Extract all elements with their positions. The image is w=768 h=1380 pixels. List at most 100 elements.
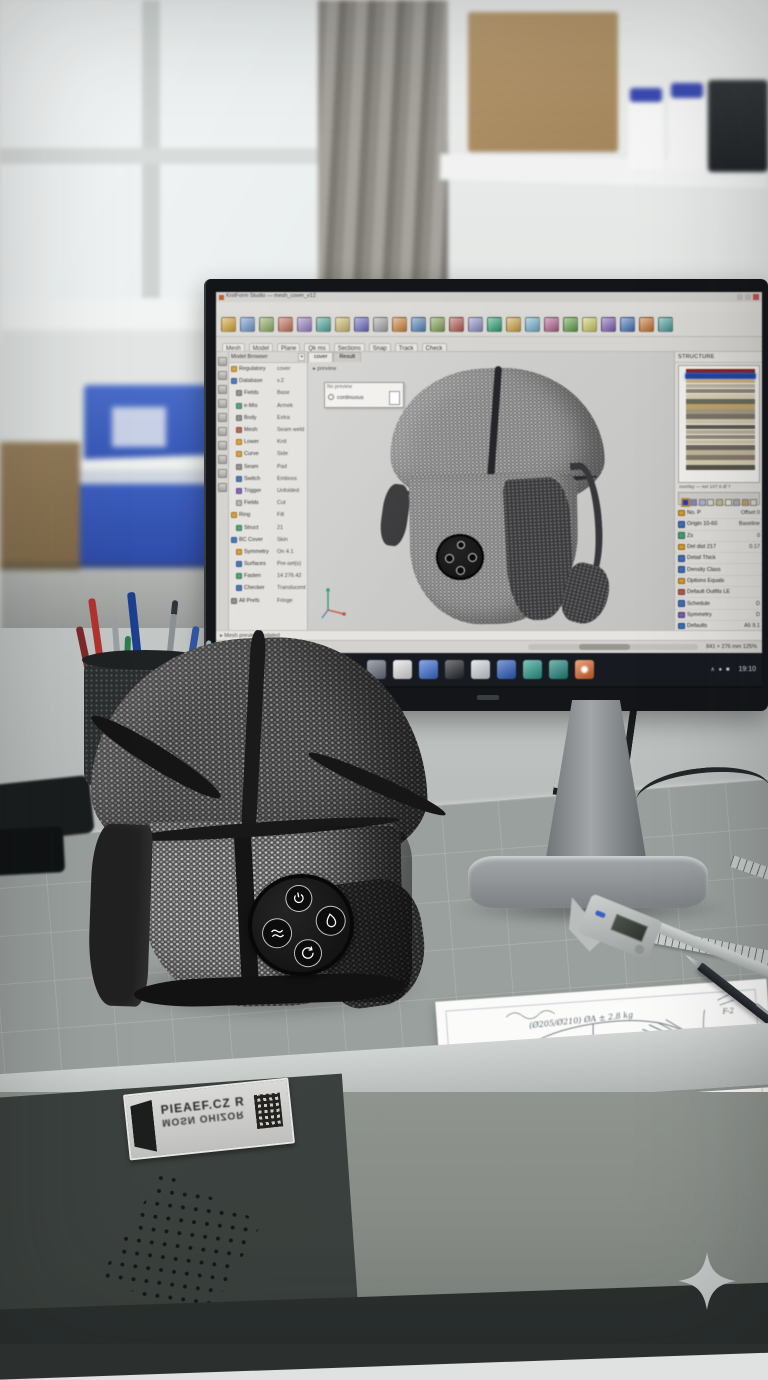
color-swatch[interactable]: [716, 499, 723, 506]
material-stripe[interactable]: [686, 379, 755, 384]
toolbar-chip[interactable]: Mesh: [222, 343, 245, 352]
tree-row[interactable]: Database v.2: [229, 375, 307, 387]
property-row[interactable]: Default Outfits LE: [675, 587, 762, 598]
color-swatch[interactable]: [699, 499, 706, 506]
tool-icon[interactable]: [218, 357, 227, 366]
toolbar-chip[interactable]: Model: [249, 343, 273, 352]
material-stripe[interactable]: [686, 425, 755, 430]
material-stripe[interactable]: [686, 384, 755, 389]
material-stripe[interactable]: [686, 414, 755, 419]
tool-icon[interactable]: [218, 385, 227, 394]
toolbar-button[interactable]: [221, 317, 236, 332]
tree-row[interactable]: Ring Fill: [229, 509, 307, 521]
taskbar-app-icon[interactable]: [497, 660, 516, 679]
toolbar-button[interactable]: [620, 317, 635, 332]
toolbar-button[interactable]: [449, 317, 464, 332]
tool-icon[interactable]: [218, 427, 227, 436]
doc-tab[interactable]: Result: [333, 352, 361, 362]
property-row[interactable]: Options Equals: [675, 576, 762, 587]
toolbar-button[interactable]: [525, 317, 540, 332]
material-stripe[interactable]: [686, 460, 755, 465]
toolbar-button[interactable]: [468, 317, 483, 332]
toolbar-button[interactable]: [335, 317, 350, 332]
tree-row[interactable]: All Prefs Fringe: [229, 595, 307, 607]
taskbar-app-icon[interactable]: [445, 660, 464, 679]
toolbar-button[interactable]: [316, 317, 331, 332]
toolbar-button[interactable]: [639, 317, 654, 332]
tree-row[interactable]: Trigger Unfolded: [229, 485, 307, 497]
toolbar-button[interactable]: [240, 317, 255, 332]
toolbar-button[interactable]: [544, 317, 559, 332]
toolbar-chip[interactable]: Sections: [334, 343, 365, 352]
property-row[interactable]: Schedule D: [675, 598, 762, 609]
toolbar-button[interactable]: [411, 317, 426, 332]
tool-icon[interactable]: [218, 371, 227, 380]
tree-row[interactable]: Lower Knit: [229, 436, 307, 448]
toolbar-button[interactable]: [506, 317, 521, 332]
toolbar-button[interactable]: [563, 317, 578, 332]
toolbar-button[interactable]: [259, 317, 274, 332]
toolbar-chip[interactable]: Track: [395, 343, 418, 352]
material-stripe[interactable]: [686, 455, 755, 460]
taskbar-app-icon[interactable]: [523, 660, 542, 679]
toolbar-button[interactable]: [354, 317, 369, 332]
tree-row[interactable]: Symmetry On 4.1: [229, 546, 307, 558]
toolbar-chip[interactable]: Plane: [277, 343, 300, 352]
tool-icon[interactable]: [218, 469, 227, 478]
tool-icon[interactable]: [218, 483, 227, 492]
tree-row[interactable]: Seam Pad: [229, 461, 307, 473]
color-swatch[interactable]: [725, 499, 732, 506]
material-stripe[interactable]: [686, 440, 755, 445]
tree-row[interactable]: Fields Cut: [229, 497, 307, 509]
material-stripe[interactable]: [686, 394, 755, 399]
cad-titlebar[interactable]: KnitForm Studio — mesh_cover_v12: [216, 292, 762, 302]
doc-tab-active[interactable]: cover: [308, 352, 333, 362]
toolbar-chip[interactable]: Qk ms: [304, 343, 329, 352]
toolbar-button[interactable]: [297, 317, 312, 332]
color-swatch[interactable]: [690, 499, 697, 506]
status-scrollbar[interactable]: [528, 644, 698, 650]
color-swatch[interactable]: [733, 499, 740, 506]
tree-row[interactable]: e-Mis Armek: [229, 400, 307, 412]
minimize-button[interactable]: [737, 294, 743, 300]
material-stripe[interactable]: [686, 445, 755, 450]
property-row[interactable]: No. P Offset 0: [675, 508, 762, 519]
tree-row[interactable]: Switch Emboss: [229, 473, 307, 485]
property-row[interactable]: Zs 0: [675, 531, 762, 542]
tree-row[interactable]: Checker Translucent: [229, 582, 307, 594]
tray-icons[interactable]: ∧ ● ■: [710, 666, 730, 673]
color-swatch[interactable]: [707, 499, 714, 506]
toolbar-button[interactable]: [582, 317, 597, 332]
close-button[interactable]: [753, 294, 759, 300]
tree-row[interactable]: Mesh Seam weld: [229, 424, 307, 436]
tree-row[interactable]: Curve Side: [229, 448, 307, 460]
material-stripe[interactable]: [686, 465, 755, 470]
toolbar-button[interactable]: [658, 317, 673, 332]
material-stripe[interactable]: [686, 450, 755, 455]
taskbar-app-icon[interactable]: [575, 660, 594, 679]
tree-row[interactable]: Surfaces Pre-set(s): [229, 558, 307, 570]
color-swatch[interactable]: [742, 499, 749, 506]
tree-row[interactable]: BC Cover Skin: [229, 534, 307, 546]
maximize-button[interactable]: [745, 294, 751, 300]
taskbar-app-icon[interactable]: [471, 660, 490, 679]
color-swatch[interactable]: [682, 499, 689, 506]
viewport[interactable]: cover Result ▸ preview No preview contin…: [308, 352, 674, 630]
toolbar-button[interactable]: [487, 317, 502, 332]
tree-row[interactable]: Fasten 14 276.42: [229, 570, 307, 582]
material-stripe[interactable]: [686, 435, 755, 440]
property-row[interactable]: Defaults A5 9.1: [675, 621, 762, 630]
material-stripe[interactable]: [686, 419, 755, 424]
color-swatch[interactable]: [750, 499, 757, 506]
tool-icon[interactable]: [218, 455, 227, 464]
material-stripe[interactable]: [686, 374, 755, 379]
property-row[interactable]: Detail Thick: [675, 553, 762, 564]
tree-row[interactable]: Struct 21: [229, 521, 307, 533]
toolbar-button[interactable]: [392, 317, 407, 332]
tool-icon[interactable]: [218, 399, 227, 408]
toolbar-button[interactable]: [430, 317, 445, 332]
material-stripe[interactable]: [686, 369, 755, 374]
toolbar-button[interactable]: [601, 317, 616, 332]
tool-icon[interactable]: [218, 413, 227, 422]
material-stripe[interactable]: [686, 399, 755, 404]
